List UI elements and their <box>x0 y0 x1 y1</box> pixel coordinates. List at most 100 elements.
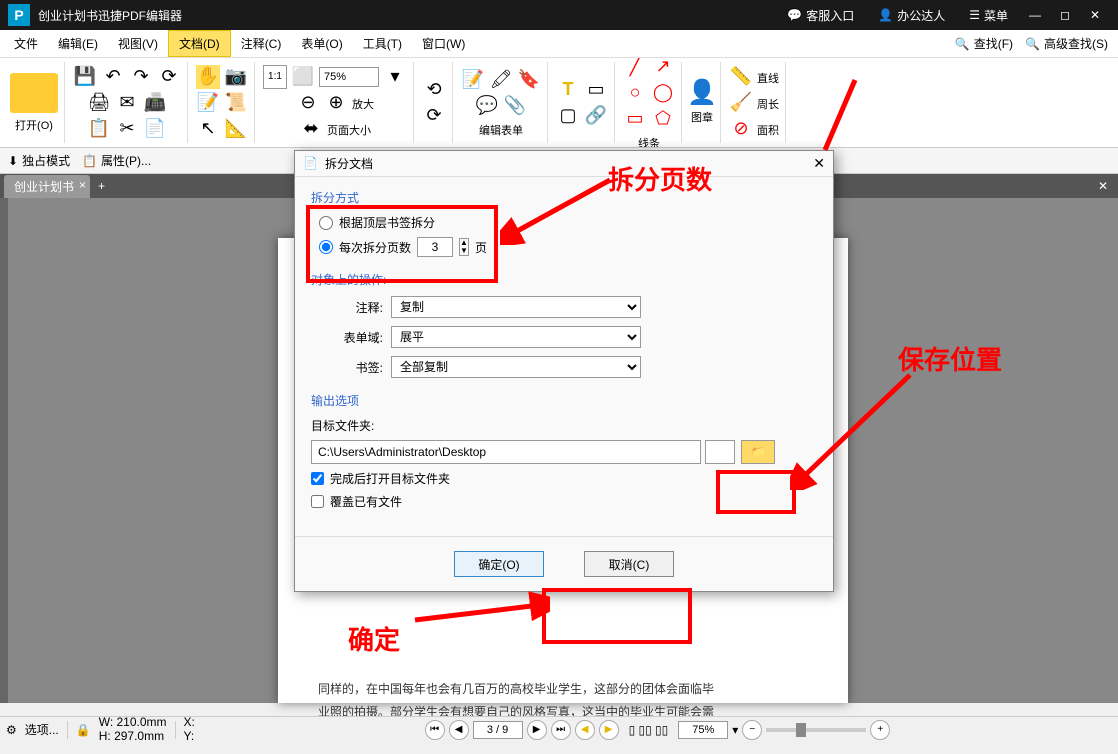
callout-icon[interactable]: ▢ <box>556 104 580 128</box>
undo-icon[interactable]: ↶ <box>101 65 125 89</box>
area-icon[interactable]: ⊘ <box>729 117 753 141</box>
actual-icon[interactable]: ⬜ <box>291 65 315 89</box>
add-tab-button[interactable]: + <box>90 179 113 193</box>
first-page-button[interactable]: ⏮ <box>425 720 445 740</box>
maximize-button[interactable]: ◻ <box>1050 8 1080 22</box>
copy-icon[interactable]: 📋 <box>87 117 111 141</box>
text-box-icon[interactable]: T <box>556 78 580 102</box>
next-page-button[interactable]: ▶ <box>527 720 547 740</box>
form-select[interactable]: 展平 <box>391 326 641 348</box>
zoom-out-button[interactable]: − <box>742 720 762 740</box>
browse-button[interactable]: 📁 <box>741 440 775 464</box>
menu-window[interactable]: 窗口(W) <box>412 31 475 56</box>
camera-icon[interactable]: 📷 <box>224 65 248 89</box>
arrow-icon[interactable]: ↖ <box>196 117 220 141</box>
dialog-close-button[interactable]: ✕ <box>813 155 825 172</box>
menu-file[interactable]: 文件 <box>4 31 48 56</box>
rect-icon[interactable]: ▭ <box>623 107 647 131</box>
zoom-display[interactable] <box>678 721 728 739</box>
highlight-icon[interactable]: 🖍 <box>489 68 513 92</box>
email-icon[interactable]: ✉ <box>115 91 139 115</box>
open-after-row[interactable]: 完成后打开目标文件夹 <box>311 470 817 487</box>
find-button[interactable]: 🔍查找(F) <box>949 33 1019 54</box>
path-input[interactable] <box>311 440 701 464</box>
menu-edit[interactable]: 编辑(E) <box>48 31 108 56</box>
menu-tools[interactable]: 工具(T) <box>353 31 412 56</box>
annotation-select[interactable]: 复制 <box>391 296 641 318</box>
fit-icon[interactable]: 1:1 <box>263 65 287 89</box>
advanced-find-button[interactable]: 🔍高级查找(S) <box>1019 33 1114 54</box>
zoom-out-icon[interactable]: ⊖ <box>296 91 320 115</box>
user-button[interactable]: 👤办公达人 <box>866 7 957 24</box>
bookmark-icon[interactable]: 🔖 <box>517 68 541 92</box>
arrow-shape-icon[interactable]: ↗ <box>651 58 675 79</box>
overwrite-row[interactable]: 覆盖已有文件 <box>311 493 817 510</box>
ruler-icon[interactable]: 📏 <box>729 65 753 89</box>
close-button[interactable]: ✕ <box>1080 8 1110 22</box>
menu-view[interactable]: 视图(V) <box>108 31 168 56</box>
layout-icons[interactable]: ▯ ▯▯ ▯▯ <box>629 723 669 737</box>
refresh-icon[interactable]: ⟳ <box>157 65 181 89</box>
last-page-button[interactable]: ⏭ <box>551 720 571 740</box>
zoom-dropdown[interactable]: ▾ <box>732 723 738 737</box>
lock-icon[interactable]: 🔒 <box>76 723 91 737</box>
attach-icon[interactable]: 📎 <box>503 94 527 118</box>
radio-bookmark-row[interactable]: 根据顶层书签拆分 <box>319 214 817 231</box>
main-menu-button[interactable]: ☰菜单 <box>957 7 1020 24</box>
prev-page-button[interactable]: ◀ <box>449 720 469 740</box>
line-icon[interactable]: ╱ <box>623 58 647 79</box>
ellipse-icon[interactable]: ◯ <box>651 81 675 105</box>
options-button[interactable]: 选项... <box>25 721 59 738</box>
forward-button[interactable]: ▶ <box>599 720 619 740</box>
dialog-title-bar[interactable]: 📄 拆分文档 ✕ <box>295 151 833 177</box>
menu-form[interactable]: 表单(O) <box>291 31 352 56</box>
scan-icon[interactable]: 📠 <box>143 91 167 115</box>
eraser-icon[interactable]: 🧹 <box>729 91 753 115</box>
rotate-left-icon[interactable]: ⟲ <box>422 78 446 102</box>
zoom-in-icon[interactable]: ⊕ <box>324 91 348 115</box>
zoom-in-button[interactable]: + <box>870 720 890 740</box>
pages-input[interactable] <box>417 237 453 257</box>
radio-bookmark[interactable] <box>319 216 333 230</box>
comment-icon[interactable]: 💬 <box>475 94 499 118</box>
rotate-right-icon[interactable]: ⟳ <box>422 104 446 128</box>
select-icon[interactable]: 📝 <box>196 91 220 115</box>
clear-path-button[interactable] <box>705 440 735 464</box>
save-icon[interactable]: 💾 <box>73 65 97 89</box>
open-icon[interactable] <box>10 73 58 113</box>
circle-icon[interactable]: ○ <box>623 81 647 105</box>
open-after-checkbox[interactable] <box>311 472 324 485</box>
radio-pages-row[interactable]: 每次拆分页数 ▲▼ 页 <box>319 237 817 257</box>
customer-service-button[interactable]: 💬客服入口 <box>775 7 866 24</box>
bookmark-select[interactable]: 全部复制 <box>391 356 641 378</box>
link-icon[interactable]: 🔗 <box>584 104 608 128</box>
gear-icon[interactable]: ⚙ <box>6 723 17 737</box>
zoom-dropdown-icon[interactable]: ▾ <box>383 65 407 89</box>
cancel-button[interactable]: 取消(C) <box>584 551 674 577</box>
polygon-icon[interactable]: ⬠ <box>651 107 675 131</box>
stamp-icon[interactable]: 👤 <box>690 81 714 105</box>
left-sidebar[interactable] <box>0 198 8 703</box>
radio-pages[interactable] <box>319 240 333 254</box>
close-all-button[interactable]: ✕ <box>1088 179 1118 193</box>
print-icon[interactable]: 🖨 <box>87 91 111 115</box>
text-select-icon[interactable]: 📜 <box>224 91 248 115</box>
back-button[interactable]: ◀ <box>575 720 595 740</box>
document-tab[interactable]: 创业计划书 × <box>4 175 90 198</box>
page-size-icon[interactable]: ⬌ <box>299 117 323 141</box>
paste-icon[interactable]: 📄 <box>143 117 167 141</box>
exclusive-mode-button[interactable]: ⬇独占模式 <box>8 152 70 169</box>
overwrite-checkbox[interactable] <box>311 495 324 508</box>
tab-close-icon[interactable]: × <box>79 178 86 192</box>
note-icon[interactable]: 📝 <box>461 68 485 92</box>
page-input[interactable] <box>473 721 523 739</box>
menu-comment[interactable]: 注释(C) <box>231 31 292 56</box>
menu-document[interactable]: 文档(D) <box>168 30 231 57</box>
measure-icon[interactable]: 📐 <box>224 117 248 141</box>
minimize-button[interactable]: — <box>1020 8 1050 22</box>
textbox-icon[interactable]: ▭ <box>584 78 608 102</box>
hand-icon[interactable]: ✋ <box>196 65 220 89</box>
zoom-slider[interactable] <box>766 728 866 732</box>
ok-button[interactable]: 确定(O) <box>454 551 544 577</box>
spinner-icon[interactable]: ▲▼ <box>459 238 469 256</box>
